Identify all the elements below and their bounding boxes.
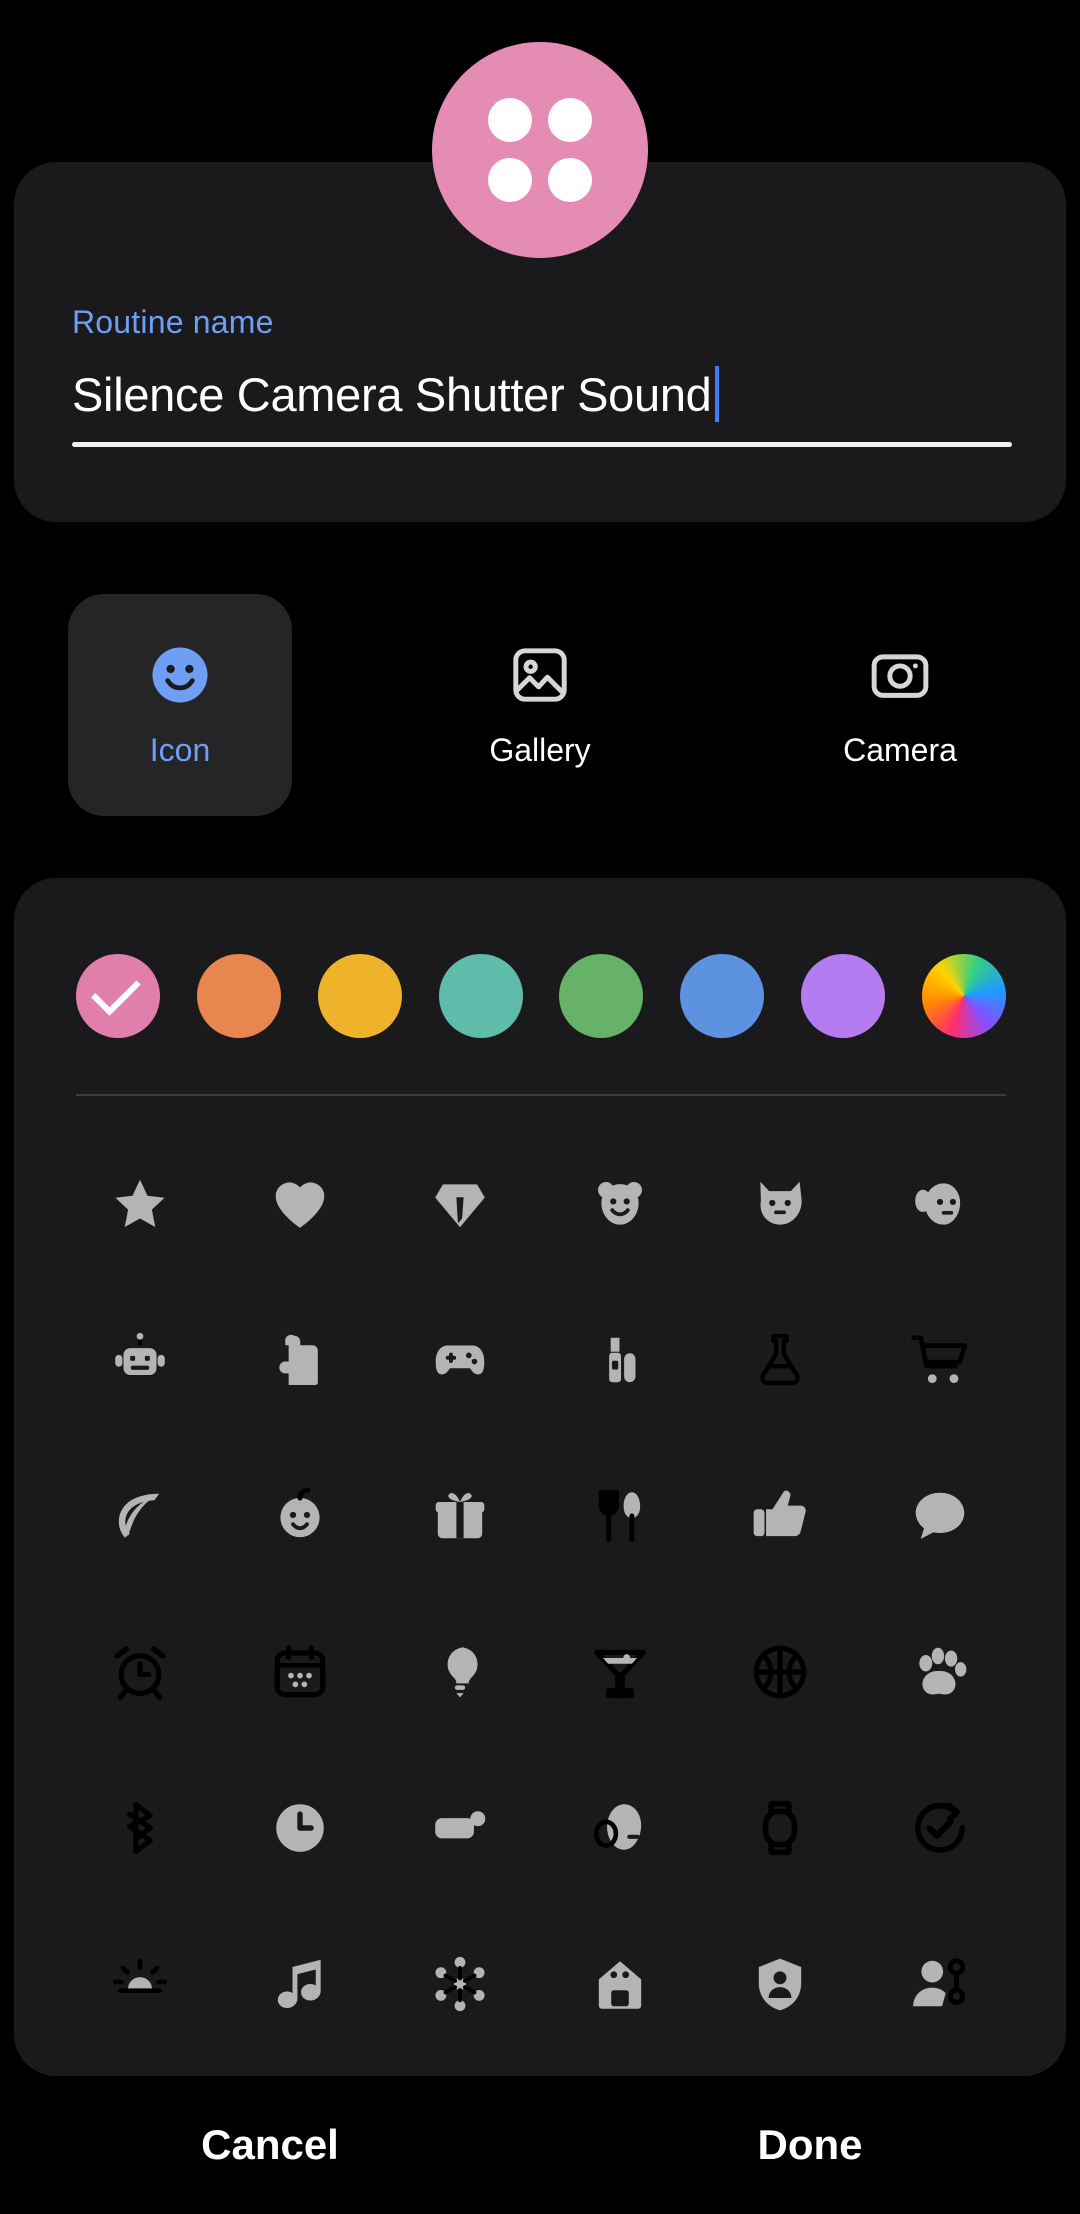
- color-swatch-rainbow[interactable]: [921, 954, 1006, 1038]
- brightness-icon[interactable]: [90, 1934, 190, 2034]
- puzzle-icon[interactable]: [250, 1310, 350, 1410]
- avatar-preview-container: [0, 42, 1080, 258]
- panel-divider: [76, 1094, 1006, 1096]
- routine-name-label: Routine name: [72, 304, 274, 340]
- done-button[interactable]: Done: [540, 2076, 1080, 2214]
- icon-source-tabs: Icon Gallery Camera: [0, 590, 1080, 820]
- music-note-icon[interactable]: [250, 1934, 350, 2034]
- cat-icon[interactable]: [730, 1154, 830, 1254]
- color-swatch-blue[interactable]: [680, 954, 765, 1038]
- color-swatch-yellow[interactable]: [317, 954, 402, 1038]
- shield-person-icon[interactable]: [730, 1934, 830, 2034]
- image-icon: [507, 642, 573, 708]
- routine-name-underline: [72, 442, 1012, 447]
- basketball-icon[interactable]: [730, 1622, 830, 1722]
- calendar-icon[interactable]: [250, 1622, 350, 1722]
- color-swatch-green[interactable]: [559, 954, 644, 1038]
- tab-inner: Icon: [68, 594, 292, 816]
- smart-home-icon[interactable]: [570, 1934, 670, 2034]
- avatar-dot: [488, 158, 532, 202]
- alarm-clock-icon[interactable]: [90, 1622, 190, 1722]
- baby-icon[interactable]: [250, 1466, 350, 1566]
- tab-gallery[interactable]: Gallery: [360, 590, 720, 820]
- routine-avatar[interactable]: [432, 42, 648, 258]
- tab-inner: Gallery: [428, 594, 652, 816]
- color-swatch-pink[interactable]: [76, 954, 160, 1038]
- cancel-button[interactable]: Cancel: [0, 2076, 540, 2214]
- tab-inner: Camera: [788, 594, 1012, 816]
- check-icon: [91, 966, 141, 1016]
- shopping-cart-icon[interactable]: [890, 1310, 990, 1410]
- icon-picker-panel: [14, 878, 1066, 2076]
- avatar-dot: [548, 98, 592, 142]
- lipstick-icon[interactable]: [570, 1310, 670, 1410]
- dog-icon[interactable]: [890, 1154, 990, 1254]
- network-icon[interactable]: [410, 1934, 510, 2034]
- star-icon[interactable]: [90, 1154, 190, 1254]
- routine-name-input[interactable]: Silence Camera Shutter Sound: [72, 348, 1012, 440]
- watch-icon[interactable]: [730, 1778, 830, 1878]
- tab-label: Camera: [843, 731, 957, 768]
- chat-bubble-icon[interactable]: [890, 1466, 990, 1566]
- tab-label: Icon: [149, 731, 211, 768]
- tab-icon[interactable]: Icon: [0, 590, 360, 820]
- cocktail-icon[interactable]: [570, 1622, 670, 1722]
- icon-grid: [60, 1126, 1020, 2062]
- color-swatch-orange[interactable]: [196, 954, 281, 1038]
- routine-icon-picker-screen: Routine name Silence Camera Shutter Soun…: [0, 0, 1080, 2214]
- bluetooth-icon[interactable]: [90, 1778, 190, 1878]
- color-swatch-row: [76, 948, 1006, 1044]
- color-swatch-purple[interactable]: [801, 954, 886, 1038]
- dialog-footer: Cancel Done: [0, 2076, 1080, 2214]
- avatar-dot: [548, 158, 592, 202]
- leaf-icon[interactable]: [90, 1466, 190, 1566]
- heart-icon[interactable]: [250, 1154, 350, 1254]
- lightbulb-icon[interactable]: [410, 1622, 510, 1722]
- smiley-face-icon: [147, 642, 213, 708]
- tab-camera[interactable]: Camera: [720, 590, 1080, 820]
- paw-icon[interactable]: [890, 1622, 990, 1722]
- avatar-dot: [488, 98, 532, 142]
- clock-icon[interactable]: [250, 1778, 350, 1878]
- earbud-icon[interactable]: [570, 1778, 670, 1878]
- battery-icon[interactable]: [410, 1778, 510, 1878]
- gift-icon[interactable]: [410, 1466, 510, 1566]
- camera-icon: [867, 642, 933, 708]
- diamond-icon[interactable]: [410, 1154, 510, 1254]
- routine-name-value: Silence Camera Shutter Sound: [72, 367, 712, 421]
- flask-icon[interactable]: [730, 1310, 830, 1410]
- refresh-check-icon[interactable]: [890, 1778, 990, 1878]
- tab-label: Gallery: [489, 731, 591, 768]
- robot-icon[interactable]: [90, 1310, 190, 1410]
- person-settings-icon[interactable]: [890, 1934, 990, 2034]
- gamepad-icon[interactable]: [410, 1310, 510, 1410]
- text-caret: [714, 366, 719, 422]
- bear-icon[interactable]: [570, 1154, 670, 1254]
- utensils-icon[interactable]: [570, 1466, 670, 1566]
- thumbs-up-icon[interactable]: [730, 1466, 830, 1566]
- color-swatch-teal[interactable]: [438, 954, 523, 1038]
